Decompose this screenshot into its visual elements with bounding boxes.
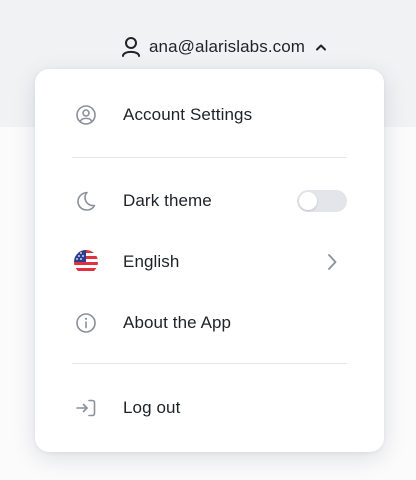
menu-divider bbox=[72, 157, 347, 158]
user-circle-icon bbox=[73, 102, 99, 128]
menu-item-label: Account Settings bbox=[123, 105, 253, 124]
menu-item-account-settings[interactable]: Account Settings bbox=[35, 90, 384, 140]
menu-item-label: Dark theme bbox=[123, 191, 212, 210]
menu-item-label: English bbox=[123, 252, 180, 271]
user-email: ana@alarislabs.com bbox=[149, 37, 306, 56]
chevron-right-icon bbox=[325, 252, 339, 272]
moon-icon bbox=[73, 188, 99, 214]
menu-item-label: About the App bbox=[123, 313, 232, 332]
us-flag-icon bbox=[73, 249, 99, 275]
menu-item-about[interactable]: About the App bbox=[35, 298, 384, 348]
user-dropdown-menu: Account Settings Dark theme English Abou… bbox=[35, 69, 384, 452]
logout-icon bbox=[73, 395, 99, 421]
menu-item-dark-theme[interactable]: Dark theme bbox=[35, 176, 384, 226]
chevron-up-icon[interactable] bbox=[315, 43, 327, 51]
info-icon bbox=[73, 310, 99, 336]
toggle-knob bbox=[299, 192, 317, 210]
user-icon bbox=[121, 36, 141, 58]
menu-divider bbox=[72, 363, 347, 364]
menu-item-label: Log out bbox=[123, 398, 181, 417]
menu-item-language[interactable]: English bbox=[35, 237, 384, 287]
dark-theme-toggle[interactable] bbox=[297, 190, 347, 212]
menu-item-logout[interactable]: Log out bbox=[35, 383, 384, 433]
user-menu-trigger[interactable]: ana@alarislabs.com bbox=[121, 35, 327, 59]
